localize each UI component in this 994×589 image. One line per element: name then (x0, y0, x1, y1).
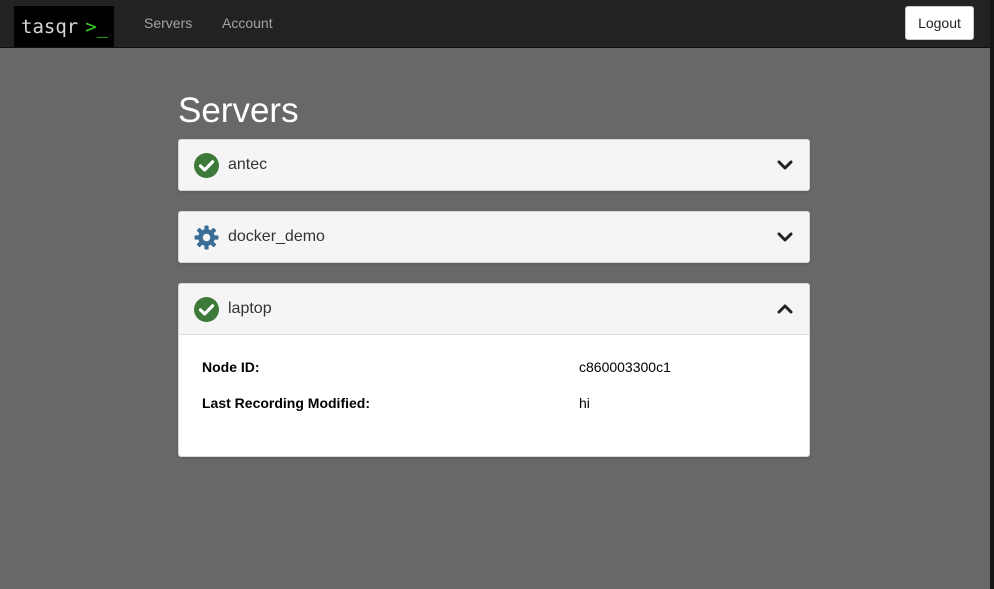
nav-link-account[interactable]: Account (222, 15, 273, 31)
window-edge (990, 0, 994, 589)
chevron-down-icon[interactable] (777, 157, 793, 173)
chevron-down-icon[interactable] (777, 229, 793, 245)
detail-label: Last Recording Modified: (202, 395, 370, 411)
brand-text: tasqr (21, 15, 79, 38)
nav-link-servers[interactable]: Servers (144, 15, 192, 31)
navbar: tasqr >_ Servers Account Logout (0, 0, 990, 48)
server-panel-header-laptop[interactable]: laptop (179, 284, 809, 334)
page-title: Servers (178, 91, 299, 130)
gear-icon (194, 225, 219, 249)
server-name: docker_demo (228, 228, 325, 245)
detail-label: Node ID: (202, 359, 260, 375)
server-name: laptop (228, 300, 272, 317)
server-details: Node ID: c860003300c1 Last Recording Mod… (179, 334, 809, 456)
detail-value: c860003300c1 (579, 359, 671, 375)
server-name: antec (228, 156, 268, 173)
server-panel-docker-demo: docker_demo (178, 211, 810, 263)
detail-row-node-id: Node ID: c860003300c1 (202, 359, 786, 395)
check-circle-icon (194, 152, 219, 178)
detail-row-last-recording: Last Recording Modified: hi (202, 395, 786, 431)
logout-button[interactable]: Logout (905, 6, 974, 40)
brand-prompt: >_ (85, 15, 109, 38)
server-panel-header-antec[interactable]: antec (179, 140, 809, 190)
check-circle-icon (194, 296, 219, 322)
server-panel-header-docker-demo[interactable]: docker_demo (179, 212, 809, 262)
brand-logo[interactable]: tasqr >_ (14, 6, 114, 47)
server-panel-antec: antec (178, 139, 810, 191)
detail-value: hi (579, 395, 590, 411)
chevron-up-icon[interactable] (777, 301, 793, 317)
server-panel-laptop: laptop Node ID: c860003300c1 Last Record… (178, 283, 810, 457)
